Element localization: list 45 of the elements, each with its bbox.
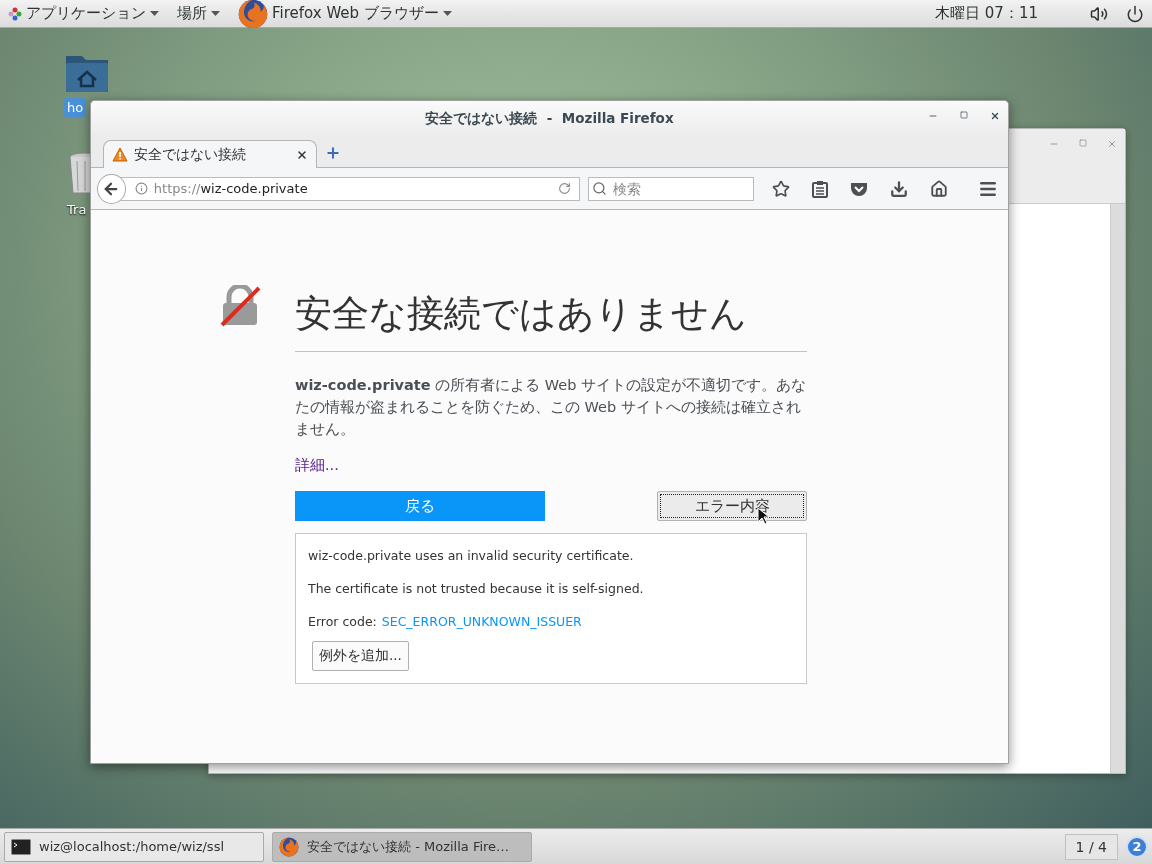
info-icon[interactable] xyxy=(134,182,148,195)
details-link[interactable]: 詳細... xyxy=(295,456,339,475)
taskbar-window-button[interactable]: 安全ではない接続 - Mozilla Fire… xyxy=(272,831,532,862)
search-icon xyxy=(592,180,607,196)
warning-icon xyxy=(112,147,128,162)
top-bar-menu[interactable]: アプリケーション xyxy=(8,4,159,23)
caret-icon xyxy=(442,11,452,16)
new-tab-icon[interactable] xyxy=(325,145,341,161)
reload-icon[interactable] xyxy=(558,182,571,195)
workspace-indicator[interactable]: 1 / 4 xyxy=(1064,833,1118,860)
details-text: wiz-code.private uses an invalid security certificate. xyxy=(308,548,635,563)
terminal-icon xyxy=(11,838,31,855)
error-heading: 安全な接続ではありません xyxy=(295,285,807,352)
window-title: 安全ではない接続 - Mozilla Firefox xyxy=(425,110,674,128)
home-icon xyxy=(930,179,948,198)
search-field[interactable]: 検索 xyxy=(588,176,754,201)
browser-tab[interactable]: 安全ではない接続 xyxy=(103,140,317,168)
details-text: The certificate is not trusted because it is self-signed. xyxy=(308,581,645,596)
clipboard-icon xyxy=(812,179,828,198)
clock[interactable]: 木曜日 07：11 xyxy=(935,4,1038,23)
caret-icon xyxy=(211,11,220,16)
trash-icon[interactable] xyxy=(68,152,92,196)
download-icon xyxy=(890,179,908,198)
notification-badge[interactable]: 2 xyxy=(1126,835,1148,858)
pocket-icon xyxy=(850,180,868,197)
top-bar-menu[interactable]: Firefox Web ブラウザー xyxy=(238,0,452,29)
star-icon xyxy=(772,179,790,198)
back-button[interactable] xyxy=(97,173,126,204)
power-icon[interactable] xyxy=(1126,4,1144,23)
broken-lock-icon xyxy=(219,285,261,327)
url-field[interactable]: https://wiz-code.private xyxy=(119,176,580,201)
scrollbar[interactable] xyxy=(1110,204,1125,773)
error-description: wiz-code.private の所有者による Web サイトの設定が不適切です。あなたの情報が盗まれることを防ぐため、この Web サイトへの接続は確立されません。 xyxy=(295,376,807,439)
close-icon xyxy=(990,111,1000,121)
error-code-label: Error code: xyxy=(308,614,377,629)
apps-icon xyxy=(8,6,22,21)
caret-icon xyxy=(150,11,159,16)
close-tab-icon[interactable] xyxy=(296,148,308,161)
top-bar-menu[interactable]: 場所 xyxy=(177,4,220,23)
add-exception-button[interactable]: 例外を追加... xyxy=(312,641,409,671)
firefox-logo-icon xyxy=(279,836,299,857)
taskbar-window-button[interactable]: wiz@localhost:/home/wiz/ssl xyxy=(4,831,264,862)
maximize-icon xyxy=(960,111,968,119)
volume-icon[interactable] xyxy=(1090,4,1108,23)
firefox-logo-icon xyxy=(238,0,268,29)
